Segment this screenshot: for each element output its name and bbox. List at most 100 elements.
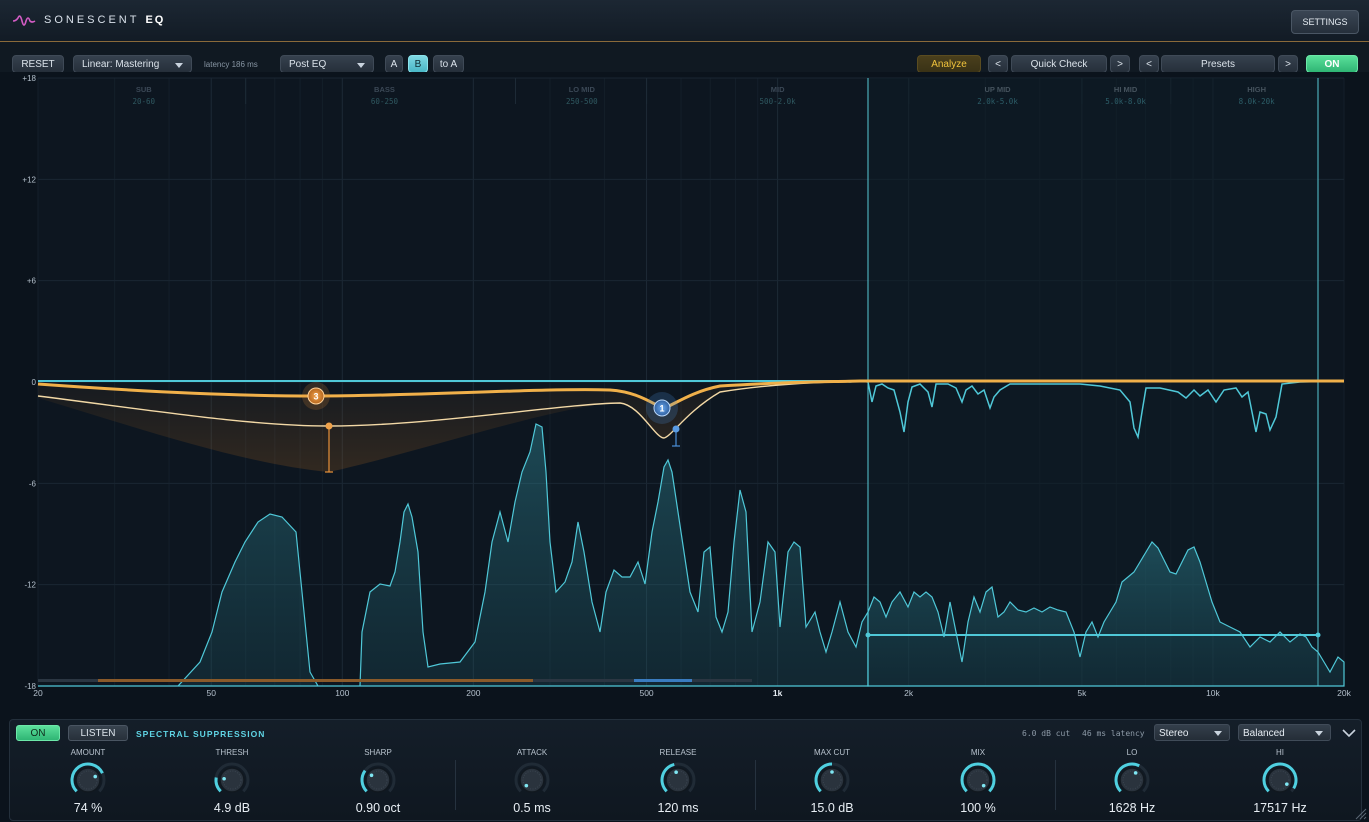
knob-value: 4.9 dB (213, 801, 251, 815)
reset-button[interactable]: RESET (12, 55, 64, 73)
knob-label: MIX (970, 748, 986, 757)
a-button[interactable]: A (385, 55, 403, 73)
cut-readout: 6.0 dB cut (1022, 729, 1071, 738)
band-range: 20-60 (133, 97, 156, 106)
quickcheck-prev-button[interactable]: < (988, 55, 1008, 73)
knob-mix[interactable]: MIX 100 % (928, 748, 1028, 815)
divider (755, 760, 756, 810)
knob-pointer (93, 774, 98, 779)
mode-dropdown[interactable]: Linear: Mastering (73, 55, 192, 73)
freq-tick-label: 500 (639, 688, 653, 698)
latency-label: latency 186 ms (204, 60, 258, 69)
knob-dial[interactable] (212, 760, 252, 800)
freq-tick-label: 50 (207, 688, 217, 698)
knob-dial[interactable] (358, 760, 398, 800)
panel-title: SPECTRAL SUPPRESSION (136, 729, 266, 739)
power-on-button[interactable]: ON (1306, 55, 1358, 73)
freq-tick-label: 20 (33, 688, 43, 698)
quickcheck-next-button[interactable]: > (1110, 55, 1130, 73)
knob-max-cut[interactable]: MAX CUT 15.0 dB (782, 748, 882, 815)
knob-attack[interactable]: ATTACK 0.5 ms (482, 748, 582, 815)
knob-dial[interactable] (958, 760, 998, 800)
freq-tick-label: 20k (1337, 688, 1351, 698)
knob-pointer (674, 770, 678, 775)
knob-body (75, 767, 101, 793)
suppression-on-button[interactable]: ON (16, 725, 60, 741)
freq-tick-label: 2k (904, 688, 914, 698)
knob-body (365, 767, 391, 793)
knob-value: 1628 Hz (1108, 801, 1156, 815)
knob-lo[interactable]: LO 1628 Hz (1082, 748, 1182, 815)
knob-dial[interactable] (1260, 760, 1300, 800)
knob-value: 15.0 dB (810, 801, 854, 815)
settings-button[interactable]: SETTINGS (1291, 10, 1359, 34)
db-tick-label: +18 (22, 74, 36, 83)
copy-to-a-button[interactable]: to A (433, 55, 464, 73)
presets-next-button[interactable]: > (1278, 55, 1298, 73)
knob-pointer (981, 783, 986, 788)
node-1-dynamic-handle[interactable] (672, 425, 680, 433)
knob-value: 100 % (960, 801, 996, 815)
knob-pointer (1133, 771, 1138, 775)
knob-label: THRESH (215, 748, 249, 757)
position-dropdown[interactable]: Post EQ (280, 55, 374, 73)
title-bar: SONESCENT EQ SETTINGS (0, 0, 1369, 42)
knob-dial[interactable] (68, 760, 108, 800)
knob-pointer (1285, 782, 1289, 786)
knob-value: 0.5 ms (513, 801, 551, 815)
freq-tick-label: 1k (773, 688, 783, 698)
knob-pointer (830, 770, 834, 774)
divider (455, 760, 456, 810)
eq-node-3[interactable]: 3 (302, 382, 330, 410)
knob-sharp[interactable]: SHARP 0.90 oct (328, 748, 428, 815)
knob-thresh[interactable]: THRESH 4.9 dB (182, 748, 282, 815)
presets-prev-button[interactable]: < (1139, 55, 1159, 73)
knob-body (1267, 767, 1293, 793)
eq-node-3-label: 3 (313, 392, 318, 402)
band-range: 500-2.0k (760, 97, 797, 106)
latency-readout: 46 ms latency (1082, 729, 1145, 738)
analyze-button[interactable]: Analyze (917, 55, 981, 73)
brand-name: SONESCENT EQ (44, 14, 166, 26)
knob-hi[interactable]: HI 17517 Hz (1230, 748, 1330, 815)
knob-dial[interactable] (512, 760, 552, 800)
collapse-chevron-icon[interactable] (1342, 728, 1356, 738)
presets-button[interactable]: Presets (1161, 55, 1275, 73)
eq-graph[interactable]: SUB 20-60 BASS 60-250 LO MID 250-500 MID 500-2.… (0, 72, 1369, 702)
knob-pointer (524, 783, 529, 788)
knob-value: 74 % (73, 801, 103, 815)
db-tick-label: +12 (22, 175, 36, 184)
knob-label: AMOUNT (70, 748, 106, 757)
knob-release[interactable]: RELEASE 120 ms (628, 748, 728, 815)
b-button[interactable]: B (408, 55, 428, 73)
db-tick-label: +6 (27, 277, 37, 286)
knob-label: HI (1276, 748, 1284, 757)
knob-value: 17517 Hz (1253, 801, 1307, 815)
freq-tick-label: 5k (1077, 688, 1087, 698)
quickcheck-button[interactable]: Quick Check (1011, 55, 1107, 73)
knob-dial[interactable] (1112, 760, 1152, 800)
knob-amount[interactable]: AMOUNT 74 % (38, 748, 138, 815)
band-range: 250-500 (566, 97, 598, 106)
eq-node-1[interactable]: 1 (646, 392, 678, 424)
product-name: EQ (145, 14, 166, 26)
knob-dial[interactable] (658, 760, 698, 800)
knob-body (965, 767, 991, 793)
knob-pointer (222, 776, 226, 781)
eq-node-1-label: 1 (659, 404, 664, 414)
stereo-mode-dropdown[interactable]: Stereo (1154, 724, 1230, 741)
eq-graph-canvas[interactable]: SUB20-60BASS60-250LO MID250-500MID500-2.… (0, 72, 1369, 702)
node-3-dynamic-handle[interactable] (325, 422, 333, 430)
db-tick-label: 0 (32, 378, 37, 387)
resize-grip-icon[interactable] (1353, 806, 1367, 820)
quality-dropdown[interactable]: Balanced (1238, 724, 1331, 741)
threshold-handle-lo[interactable] (865, 632, 871, 638)
threshold-handle-hi[interactable] (1315, 632, 1321, 638)
band-name: MID (771, 85, 785, 94)
freq-tick-label: 200 (466, 688, 480, 698)
knob-value: 0.90 oct (355, 801, 401, 815)
knob-value: 120 ms (657, 801, 699, 815)
listen-button[interactable]: LISTEN (68, 725, 128, 741)
spectral-suppression-panel: ON LISTEN SPECTRAL SUPPRESSION 6.0 dB cu… (9, 719, 1362, 821)
knob-dial[interactable] (812, 760, 852, 800)
